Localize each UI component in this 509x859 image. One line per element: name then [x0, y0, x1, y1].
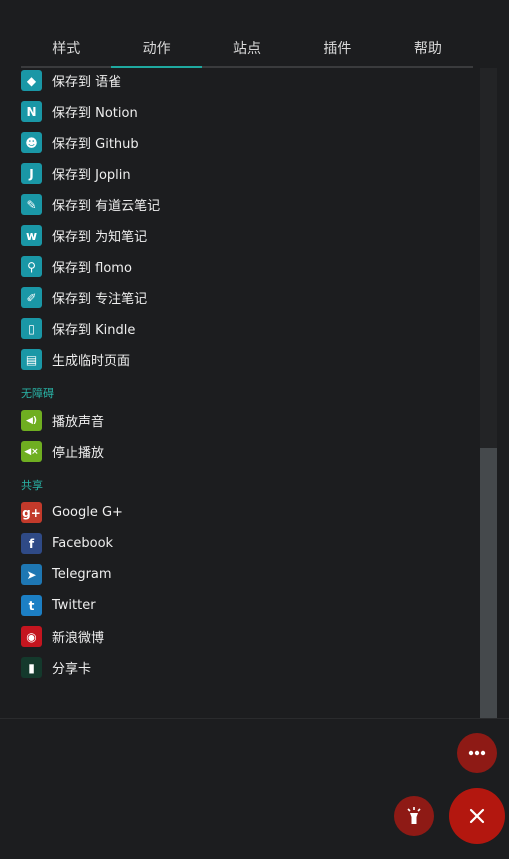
tab-style[interactable]: 样式 — [21, 34, 111, 66]
item-label: 保存到 Kindle — [52, 323, 136, 338]
item-label: 分享卡 — [52, 662, 92, 677]
more-dots-icon — [468, 750, 486, 756]
close-icon — [469, 808, 485, 824]
item-label: 保存到 flomo — [52, 261, 132, 276]
item-label: 保存到 Notion — [52, 106, 138, 121]
speaker-stop-icon: ◀× — [21, 441, 42, 462]
tab-plugins[interactable]: 插件 — [292, 34, 382, 66]
action-list: ◆ 保存到 语雀 N 保存到 Notion ☻ 保存到 Github J 保存到… — [21, 65, 461, 713]
telegram-icon: ➤ — [21, 564, 42, 585]
item-label: 保存到 语雀 — [52, 75, 122, 90]
temp-page-item[interactable]: ▤ 生成临时页面 — [21, 344, 461, 375]
item-label: 播放声音 — [52, 415, 105, 430]
item-label: Google G+ — [52, 505, 123, 520]
focus-mode-button[interactable] — [394, 796, 434, 836]
speaker-play-icon: ◀) — [21, 410, 42, 431]
share-card-item[interactable]: ▮ 分享卡 — [21, 652, 461, 683]
item-label: 停止播放 — [52, 446, 105, 461]
twitter-icon: t — [21, 595, 42, 616]
scrollbar[interactable] — [480, 68, 497, 718]
section-accessibility: 无障碍 — [21, 387, 54, 400]
youdao-icon: ✎ — [21, 194, 42, 215]
tab-actions[interactable]: 动作 — [111, 34, 203, 68]
save-kindle-item[interactable]: ▯ 保存到 Kindle — [21, 313, 461, 344]
item-label: 保存到 Joplin — [52, 168, 131, 183]
save-focus-note-item[interactable]: ✐ 保存到 专注笔记 — [21, 282, 461, 313]
item-label: 保存到 有道云笔记 — [52, 199, 161, 214]
tab-help[interactable]: 帮助 — [383, 34, 473, 66]
flomo-icon: ⚲ — [21, 256, 42, 277]
share-twitter-item[interactable]: t Twitter — [21, 590, 461, 621]
kindle-icon: ▯ — [21, 318, 42, 339]
share-google-plus-item[interactable]: g+ Google G+ — [21, 497, 461, 528]
item-label: 保存到 Github — [52, 137, 139, 152]
item-label: 保存到 专注笔记 — [52, 292, 148, 307]
close-button[interactable] — [449, 788, 505, 844]
flashlight-icon — [407, 807, 421, 824]
weibo-icon: ◉ — [21, 626, 42, 647]
item-label: Twitter — [52, 598, 96, 613]
section-share: 共享 — [21, 479, 43, 492]
item-label: 生成临时页面 — [52, 354, 131, 369]
tab-bar: 样式 动作 站点 插件 帮助 — [21, 34, 473, 68]
share-facebook-item[interactable]: f Facebook — [21, 528, 461, 559]
tab-sites[interactable]: 站点 — [202, 34, 292, 66]
save-yuque-item[interactable]: ◆ 保存到 语雀 — [21, 65, 461, 96]
save-youdao-item[interactable]: ✎ 保存到 有道云笔记 — [21, 189, 461, 220]
yuque-icon: ◆ — [21, 70, 42, 91]
save-wiz-item[interactable]: w 保存到 为知笔记 — [21, 220, 461, 251]
share-telegram-item[interactable]: ➤ Telegram — [21, 559, 461, 590]
wiz-icon: w — [21, 225, 42, 246]
share-weibo-item[interactable]: ◉ 新浪微博 — [21, 621, 461, 652]
item-label: Facebook — [52, 536, 114, 551]
save-joplin-item[interactable]: J 保存到 Joplin — [21, 158, 461, 189]
save-github-item[interactable]: ☻ 保存到 Github — [21, 127, 461, 158]
item-label: Telegram — [52, 567, 112, 582]
temp-page-icon: ▤ — [21, 349, 42, 370]
item-label: 新浪微博 — [52, 631, 105, 646]
joplin-icon: J — [21, 163, 42, 184]
scrollbar-thumb[interactable] — [480, 448, 497, 718]
stop-sound-item[interactable]: ◀× 停止播放 — [21, 436, 461, 467]
notion-icon: N — [21, 101, 42, 122]
github-icon: ☻ — [21, 132, 42, 153]
save-flomo-item[interactable]: ⚲ 保存到 flomo — [21, 251, 461, 282]
more-button[interactable] — [457, 733, 497, 773]
share-card-icon: ▮ — [21, 657, 42, 678]
focus-note-icon: ✐ — [21, 287, 42, 308]
google-plus-icon: g+ — [21, 502, 42, 523]
divider — [0, 718, 509, 719]
facebook-icon: f — [21, 533, 42, 554]
play-sound-item[interactable]: ◀) 播放声音 — [21, 405, 461, 436]
save-notion-item[interactable]: N 保存到 Notion — [21, 96, 461, 127]
item-label: 保存到 为知笔记 — [52, 230, 148, 245]
